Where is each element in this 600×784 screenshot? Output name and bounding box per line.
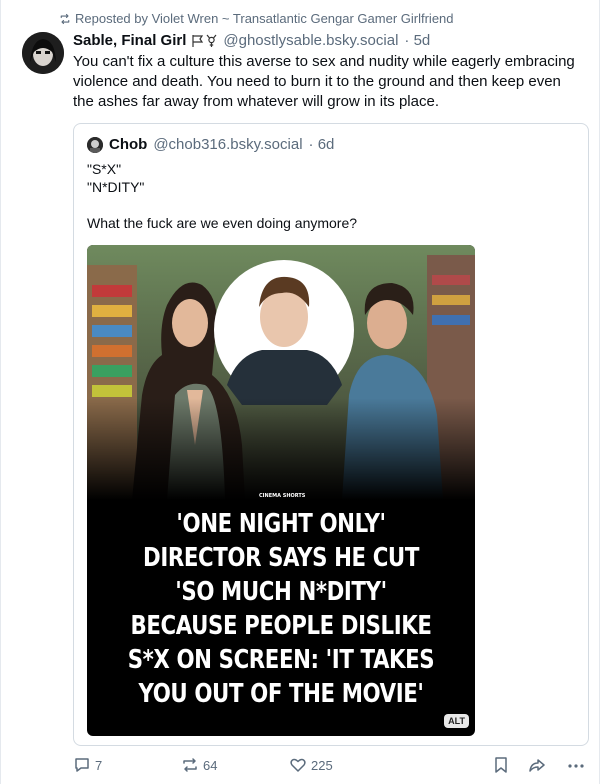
post-timestamp[interactable]: · 5d (404, 32, 430, 49)
headline-line: YOU OUT OF THE MOVIE' (138, 679, 424, 709)
bookmark-button[interactable] (493, 756, 509, 774)
reply-icon (75, 758, 89, 772)
quoted-post[interactable]: Chob @chob316.bsky.social · 6d "S*X" "N*… (73, 123, 589, 746)
repost-icon (183, 758, 197, 772)
repost-attribution[interactable]: Reposted by Violet Wren ~ Transatlantic … (59, 11, 454, 26)
quoted-post-image[interactable]: CINEMA SHORTS 'ONE NIGHT ONLY' DIRECTOR … (87, 245, 475, 736)
cinema-shorts-logo: CINEMA SHORTS (259, 493, 306, 499)
quoted-line (87, 196, 357, 214)
more-options-button[interactable] (567, 756, 585, 774)
reply-button[interactable]: 7 (73, 756, 102, 774)
quoted-author-avatar (87, 136, 103, 153)
like-count: 225 (311, 757, 333, 773)
share-icon (529, 759, 545, 772)
post-actions: 7 64 225 (73, 756, 593, 778)
quoted-line: "S*X" (87, 161, 122, 177)
repost-button[interactable]: 64 (181, 756, 217, 774)
heart-icon (290, 758, 306, 772)
headline-line: 'SO MUCH N*DITY' (175, 577, 387, 607)
repost-count: 64 (203, 757, 218, 773)
post-card: Reposted by Violet Wren ~ Transatlantic … (0, 0, 600, 784)
quoted-author-name: Chob (109, 136, 148, 153)
headline-line: S*X ON SCREEN: 'IT TAKES (127, 645, 435, 675)
quoted-line: "N*DITY" (87, 179, 145, 195)
flag-icons (192, 34, 217, 48)
reply-count: 7 (95, 757, 103, 773)
bookmark-icon (495, 757, 507, 773)
more-icon (568, 764, 584, 768)
post-text: You can't fix a culture this averse to s… (73, 53, 575, 110)
image-headline: 'ONE NIGHT ONLY' DIRECTOR SAYS HE CUT 'S… (122, 507, 440, 711)
quoted-line: What the fuck are we even doing anymore? (87, 215, 358, 231)
quoted-post-header: Chob @chob316.bsky.social · 6d (87, 136, 334, 153)
author-name[interactable]: Sable, Final Girl (73, 32, 186, 49)
repost-text: Reposted by Violet Wren ~ Transatlantic … (75, 11, 454, 26)
headline-line: DIRECTOR SAYS HE CUT (143, 543, 419, 573)
post-header: Sable, Final Girl @ghostlysable.bsky.soc… (73, 32, 430, 49)
quoted-post-text: "S*X" "N*DITY" What the fuck are we even… (87, 160, 357, 232)
share-button[interactable] (528, 756, 546, 774)
author-handle[interactable]: @ghostlysable.bsky.social (223, 32, 398, 49)
quoted-post-timestamp: · 6d (308, 136, 335, 153)
alt-text-badge[interactable]: ALT (444, 714, 469, 728)
repost-icon (60, 13, 70, 24)
like-button[interactable]: 225 (289, 756, 333, 774)
movie-still-photo (87, 245, 475, 500)
flag-icon (192, 34, 204, 47)
transgender-symbol-icon (206, 34, 217, 47)
author-avatar[interactable] (22, 32, 64, 74)
headline-line: 'ONE NIGHT ONLY' (176, 509, 386, 539)
quoted-author-handle: @chob316.bsky.social (153, 136, 303, 153)
headline-line: BECAUSE PEOPLE DISLIKE (130, 611, 432, 641)
